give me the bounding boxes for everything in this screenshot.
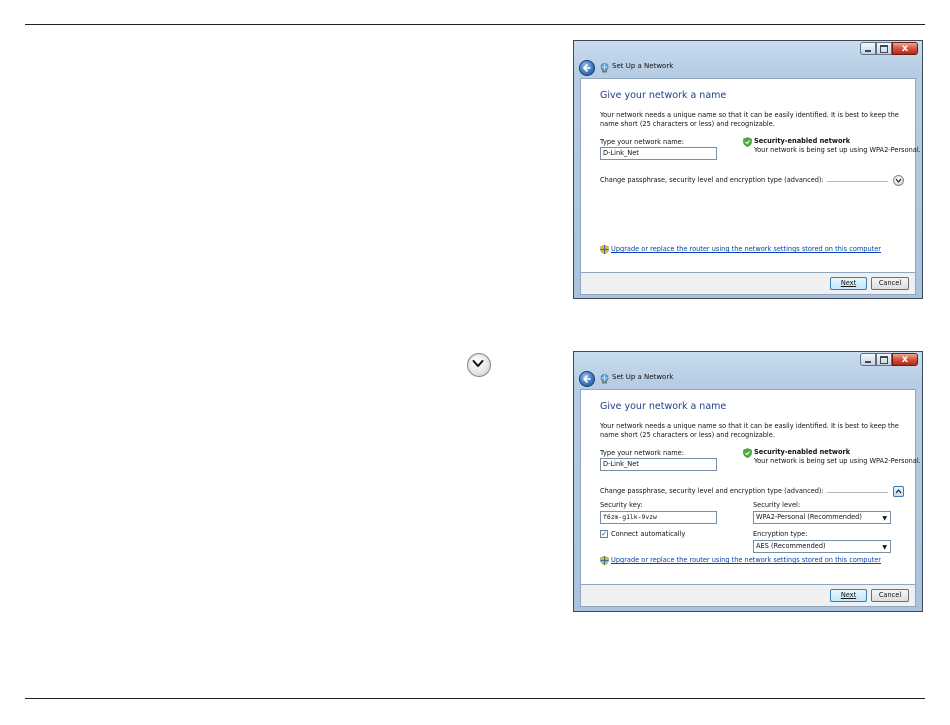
encryption-type-value: AES (Recommended): [756, 542, 826, 550]
next-button-label: Next: [840, 591, 857, 599]
advanced-settings-toggle-row[interactable]: Change passphrase, security level and en…: [600, 486, 910, 498]
network-name-input[interactable]: D-Link_Net: [600, 458, 717, 471]
chevron-up-icon: [895, 489, 902, 494]
wizard-footer: Next Cancel: [580, 585, 916, 607]
minimize-button[interactable]: [860, 42, 876, 55]
minimize-button[interactable]: [860, 353, 876, 366]
shield-icon: [600, 245, 609, 254]
cancel-button[interactable]: Cancel: [871, 277, 909, 290]
upgrade-router-link[interactable]: Upgrade or replace the router using the …: [611, 556, 881, 564]
close-button[interactable]: x: [892, 353, 918, 366]
cancel-button[interactable]: Cancel: [871, 589, 909, 602]
connect-automatically-checkbox[interactable]: ✓: [600, 530, 608, 538]
next-button[interactable]: Next: [830, 277, 867, 290]
next-button-label: Next: [840, 279, 857, 287]
advanced-settings-toggle-row[interactable]: Change passphrase, security level and en…: [600, 175, 910, 187]
security-level-select[interactable]: WPA2-Personal (Recommended) ▼: [753, 511, 891, 524]
back-arrow-icon: [583, 375, 591, 383]
wizard-heading: Give your network a name: [600, 401, 727, 412]
security-key-input[interactable]: f6zm-g1lk-9vzw: [600, 511, 717, 524]
maximize-button[interactable]: [876, 353, 892, 366]
next-button[interactable]: Next: [830, 589, 867, 602]
wizard-description: Your network needs a unique name so that…: [600, 422, 899, 439]
back-arrow-icon: [583, 64, 591, 72]
top-rule: [25, 24, 925, 25]
window-title: Set Up a Network: [612, 373, 674, 381]
encryption-type-select[interactable]: AES (Recommended) ▼: [753, 540, 891, 553]
bottom-rule: [25, 698, 925, 699]
back-button[interactable]: [579, 60, 595, 76]
wizard-content: Give your network a name Your network ne…: [580, 78, 921, 273]
expand-advanced-button[interactable]: [893, 175, 904, 186]
window-controls: x: [860, 42, 918, 55]
network-icon: [600, 374, 609, 384]
security-status-title: Security-enabled network: [754, 137, 851, 145]
chevron-down-icon: [895, 178, 902, 183]
network-name-input[interactable]: D-Link_Net: [600, 147, 717, 160]
shield-icon: [743, 137, 752, 147]
nav-bar: Set Up a Network: [574, 369, 922, 389]
advanced-settings-label: Change passphrase, security level and en…: [600, 176, 827, 184]
setup-network-window-expanded: x Set Up a Network Give your network a n…: [573, 351, 923, 612]
wizard-footer: Next Cancel: [580, 273, 916, 295]
window-controls: x: [860, 353, 918, 366]
window-title: Set Up a Network: [612, 62, 674, 70]
network-name-label: Type your network name:: [600, 449, 684, 457]
title-bar: x: [574, 352, 922, 369]
wizard-description: Your network needs a unique name so that…: [600, 111, 899, 128]
connect-automatically-label: Connect automatically: [611, 530, 686, 538]
wizard-content: Give your network a name Your network ne…: [580, 389, 921, 585]
security-level-value: WPA2-Personal (Recommended): [756, 513, 862, 521]
security-key-label: Security key:: [600, 501, 643, 509]
dropdown-arrow-icon: ▼: [882, 544, 887, 551]
dropdown-arrow-icon: ▼: [882, 515, 887, 522]
shield-icon: [600, 556, 609, 565]
collapse-advanced-button[interactable]: [893, 486, 904, 497]
security-status-description: Your network is being set up using WPA2-…: [754, 146, 921, 154]
nav-bar: Set Up a Network: [574, 58, 922, 78]
maximize-button[interactable]: [876, 42, 892, 55]
advanced-settings-label: Change passphrase, security level and en…: [600, 487, 827, 495]
security-level-label: Security level:: [753, 501, 801, 509]
encryption-type-label: Encryption type:: [753, 530, 808, 538]
back-button[interactable]: [579, 371, 595, 387]
chevron-down-icon: [467, 353, 491, 377]
security-status-title: Security-enabled network: [754, 448, 851, 456]
title-bar: x: [574, 41, 922, 58]
setup-network-window-collapsed: x Set Up a Network Give your network a n…: [573, 40, 923, 299]
wizard-heading: Give your network a name: [600, 90, 727, 101]
network-name-label: Type your network name:: [600, 138, 684, 146]
security-status-description: Your network is being set up using WPA2-…: [754, 457, 921, 465]
upgrade-router-link[interactable]: Upgrade or replace the router using the …: [611, 245, 881, 253]
shield-icon: [743, 448, 752, 458]
close-button[interactable]: x: [892, 42, 918, 55]
network-icon: [600, 63, 609, 73]
